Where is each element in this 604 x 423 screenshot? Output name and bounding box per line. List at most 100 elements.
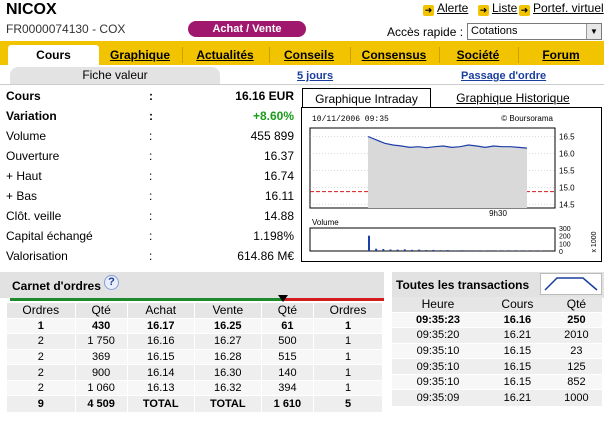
table-cell: 1 060 xyxy=(75,379,128,396)
tab-consensus[interactable]: Consensus xyxy=(354,45,434,65)
table-cell: 9 xyxy=(7,395,76,412)
link-passage-ordre[interactable]: Passage d'ordre xyxy=(461,70,546,82)
y-tick-label: 16.0 xyxy=(559,150,575,159)
column-header: Cours xyxy=(483,297,551,312)
table-cell: 09:35:10 xyxy=(392,358,484,375)
table-cell: 16.27 xyxy=(194,333,262,350)
volume-tick-label: 200 xyxy=(559,234,571,241)
table-cell: 16.25 xyxy=(194,317,262,334)
help-icon[interactable]: ? xyxy=(104,275,119,290)
table-cell: 16.13 xyxy=(127,379,195,396)
fiche-label: Clôt. veille xyxy=(6,209,62,223)
y-tick-label: 14.5 xyxy=(559,201,575,210)
volume-tick-label: 300 xyxy=(559,226,571,233)
table-cell: 16.28 xyxy=(194,348,262,365)
volume-bar xyxy=(468,250,471,251)
x-tick-label: 9h30 xyxy=(489,209,507,218)
fiche-separator: : xyxy=(149,149,153,163)
fiche-label: + Bas xyxy=(6,189,38,203)
volume-bar xyxy=(446,250,449,251)
table-cell: 16.16 xyxy=(483,311,551,328)
order-book-table: Ordres Qté Achat Vente Qté Ordres 1 430 16.17 16.… xyxy=(7,303,383,412)
tab-divider xyxy=(439,47,440,63)
table-cell: 1 610 xyxy=(261,395,315,412)
fiche-value: 16.11 xyxy=(264,189,294,203)
table-cell: 16.30 xyxy=(194,364,262,381)
tab-divider xyxy=(269,47,270,63)
table-cell: 09:35:23 xyxy=(392,311,484,328)
tab-graphique[interactable]: Graphique xyxy=(103,45,177,65)
tab-conseils[interactable]: Conseils xyxy=(273,45,345,65)
transactions-table: Heure Cours Qté 09:35:23 16.16 250 09:35:20 16.… xyxy=(392,297,602,406)
acces-rapide-value: Cotations xyxy=(471,25,518,37)
table-cell: 16.15 xyxy=(483,358,551,375)
table-row: 1 430 16.17 16.25 61 1 xyxy=(7,317,383,334)
table-cell: 16.21 xyxy=(483,389,551,406)
fiche-label: Cours xyxy=(6,89,41,103)
tab-divider xyxy=(350,47,351,63)
table-cell: 369 xyxy=(75,348,128,365)
tab-graphique-intraday[interactable]: Graphique Intraday xyxy=(302,88,431,108)
portefeuille-link[interactable]: ➜ Portef. virtuel xyxy=(519,1,604,16)
sparkline-svg xyxy=(544,277,598,291)
acces-rapide-label: Accès rapide : xyxy=(387,25,464,39)
table-row: 09:35:10 16.15 23 xyxy=(392,342,602,359)
table-cell: 2010 xyxy=(550,327,602,344)
fiche-separator: : xyxy=(149,209,153,223)
table-cell: 900 xyxy=(75,364,128,381)
table-cell: 1000 xyxy=(550,389,602,406)
table-cell: 16.32 xyxy=(194,379,262,396)
tab-graphique-historique[interactable]: Graphique Historique xyxy=(434,88,592,108)
fiche-separator: : xyxy=(149,109,153,123)
liste-link[interactable]: ➜ Liste xyxy=(478,1,517,16)
tab-cours[interactable]: Cours xyxy=(8,45,99,65)
fiche-separator: : xyxy=(149,229,153,243)
fiche-separator: : xyxy=(149,129,153,143)
fiche-label: Capital échangé xyxy=(6,229,93,243)
table-cell: 140 xyxy=(261,364,315,381)
acces-rapide-select[interactable]: Cotations ▼ xyxy=(467,23,602,40)
table-cell: 16.15 xyxy=(483,373,551,390)
volume-bar xyxy=(489,250,492,251)
y-tick-label: 15.5 xyxy=(559,167,575,176)
column-header: Vente xyxy=(194,303,262,318)
tab-actualites[interactable]: Actualités xyxy=(186,45,264,65)
table-row: 2 369 16.15 16.28 515 1 xyxy=(7,348,383,365)
table-cell: 430 xyxy=(75,317,128,334)
volume-bar xyxy=(368,235,370,251)
table-cell: 1 750 xyxy=(75,333,128,350)
table-row: 09:35:23 16.16 250 xyxy=(392,311,602,328)
tab-fiche-valeur[interactable]: Fiche valeur xyxy=(10,67,220,84)
chart-stamp: 10/11/2006 09:35 xyxy=(312,115,389,124)
column-header: Ordres xyxy=(7,303,76,318)
table-cell: 61 xyxy=(261,317,315,334)
fiche-value: 16.37 xyxy=(263,149,294,163)
table-cell: 09:35:10 xyxy=(392,373,484,390)
tab-societe[interactable]: Société xyxy=(443,45,513,65)
tab-forum[interactable]: Forum xyxy=(522,45,600,65)
arrow-right-icon: ➜ xyxy=(519,5,530,16)
carnet-title: Carnet d'ordres xyxy=(12,279,101,293)
arrow-right-icon: ➜ xyxy=(478,5,489,16)
fiche-label: Volume xyxy=(6,129,47,143)
sparkline-icon[interactable] xyxy=(540,273,602,295)
volume-bar xyxy=(403,249,406,251)
transactions-title: Toutes les transactions xyxy=(396,278,530,292)
volume-bar xyxy=(482,250,485,251)
achat-vente-button[interactable]: Achat / Vente xyxy=(188,21,306,37)
volume-bar xyxy=(425,250,428,251)
table-row: 94 509 TOTAL TOTAL 1 610 5 xyxy=(7,395,383,412)
table-cell: 2 xyxy=(7,348,76,365)
table-cell: 500 xyxy=(261,333,315,350)
volume-bar xyxy=(439,250,442,251)
column-header: Qté xyxy=(75,303,128,318)
link-5-jours[interactable]: 5 jours xyxy=(297,70,333,82)
fiche-row: + Haut: 16.74 xyxy=(6,166,294,186)
volume-bar xyxy=(504,250,507,251)
volume-bar xyxy=(453,250,456,251)
alerte-link[interactable]: ➜ Alerte xyxy=(423,1,468,16)
chart-source: © Boursorama xyxy=(501,114,553,123)
table-cell: 09:35:09 xyxy=(392,389,484,406)
column-header: Heure xyxy=(392,297,484,312)
intraday-chart: 10/11/2006 09:35 © Boursorama 16.5 16.0 15.5… xyxy=(301,107,602,262)
